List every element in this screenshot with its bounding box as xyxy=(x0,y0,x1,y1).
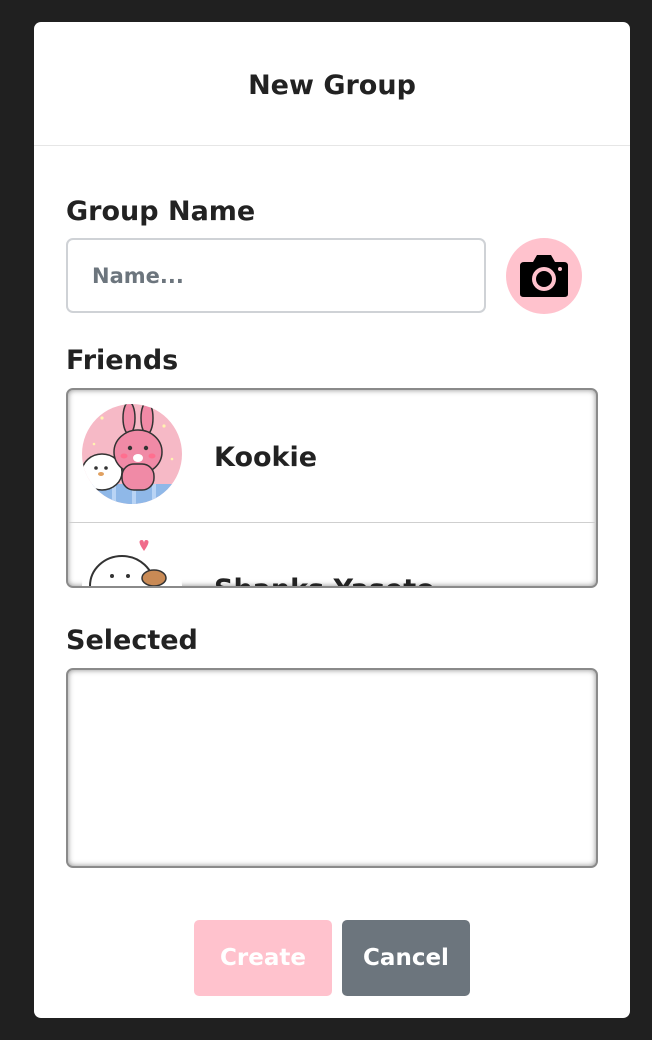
cancel-button[interactable]: Cancel xyxy=(342,920,470,996)
new-group-dialog: New Group Group Name Friends xyxy=(34,22,630,1018)
pink-rabbit-avatar xyxy=(82,404,182,504)
friend-name: Shanks Yaseto xyxy=(214,574,435,586)
selected-label: Selected xyxy=(66,625,198,656)
create-button[interactable]: Create xyxy=(194,920,332,996)
selected-friends-box[interactable] xyxy=(66,668,598,868)
group-name-input[interactable] xyxy=(66,238,486,313)
friend-name: Kookie xyxy=(214,442,318,473)
dialog-title: New Group xyxy=(248,70,416,101)
group-name-label: Group Name xyxy=(66,196,256,227)
camera-button[interactable] xyxy=(506,238,582,314)
friend-list-item[interactable]: Kookie xyxy=(68,390,596,523)
friends-list[interactable]: Kookie Shanks Yaseto xyxy=(66,388,598,588)
friend-list-item[interactable]: Shanks Yaseto xyxy=(68,522,596,586)
dialog-header: New Group xyxy=(34,22,630,146)
white-seal-avatar xyxy=(82,536,182,586)
friends-label: Friends xyxy=(66,345,179,376)
